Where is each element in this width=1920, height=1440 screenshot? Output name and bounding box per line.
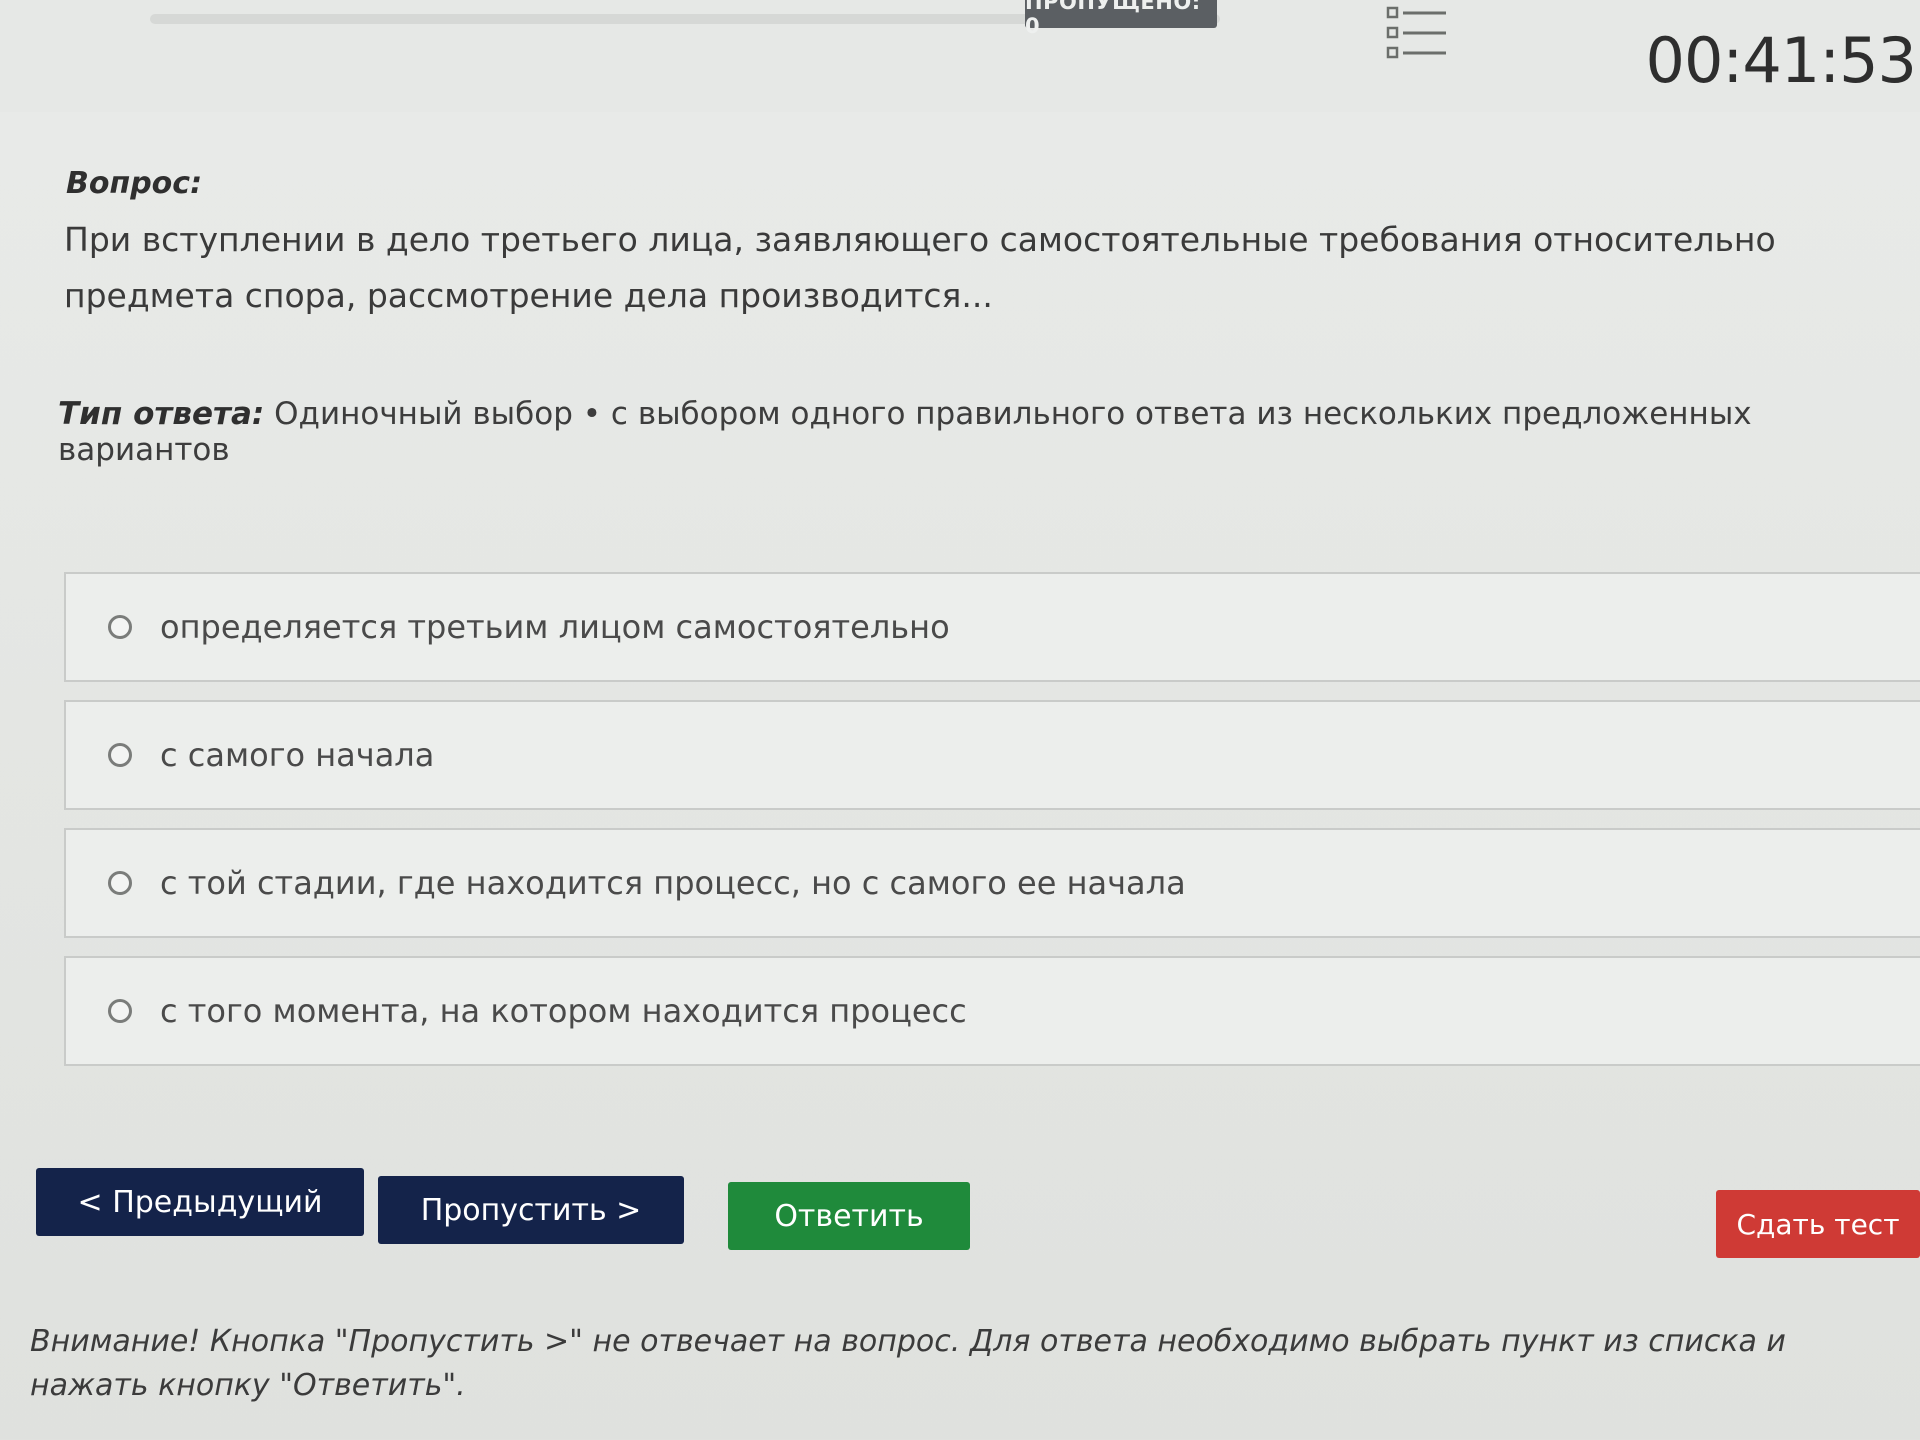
skip-warning-notice: Внимание! Кнопка "Пропустить >" не отвеч… (30, 1324, 1786, 1403)
answer-type-value: Одиночный выбор • с выбором одного прави… (58, 396, 1752, 468)
answer-button[interactable]: Ответить (728, 1182, 970, 1250)
answer-option[interactable]: с самого начала (64, 700, 1920, 810)
answer-option[interactable]: определяется третьим лицом самостоятельн… (64, 572, 1920, 682)
previous-button[interactable]: < Предыдущий (36, 1168, 364, 1236)
answer-type: Тип ответа: Одиночный выбор • с выбором … (58, 396, 1908, 468)
answer-option-text: с того момента, на котором находится про… (160, 992, 967, 1030)
answer-type-label: Тип ответа: (58, 396, 265, 432)
radio-button[interactable] (108, 743, 132, 767)
radio-button[interactable] (108, 999, 132, 1023)
finish-test-button[interactable]: Сдать тест (1716, 1190, 1920, 1258)
question-label: Вопрос: (66, 166, 203, 201)
countdown-timer: 00:41:53 (1645, 24, 1917, 97)
question-list-icon[interactable] (1386, 4, 1450, 62)
radio-button[interactable] (108, 871, 132, 895)
answer-option-text: с самого начала (160, 736, 435, 774)
top-bar: ПРОПУЩЕНО: 0 00:41:53 (0, 0, 1920, 112)
radio-button[interactable] (108, 615, 132, 639)
skip-button[interactable]: Пропустить > (378, 1176, 684, 1244)
answer-option[interactable]: с той стадии, где находится процесс, но … (64, 828, 1920, 938)
answer-option-text: определяется третьим лицом самостоятельн… (160, 608, 950, 646)
skipped-counter-badge: ПРОПУЩЕНО: 0 (1025, 0, 1217, 38)
answer-option-text: с той стадии, где находится процесс, но … (160, 864, 1186, 902)
question-text: При вступлении в дело третьего лица, зая… (64, 220, 1776, 315)
answer-option[interactable]: с того момента, на котором находится про… (64, 956, 1920, 1066)
